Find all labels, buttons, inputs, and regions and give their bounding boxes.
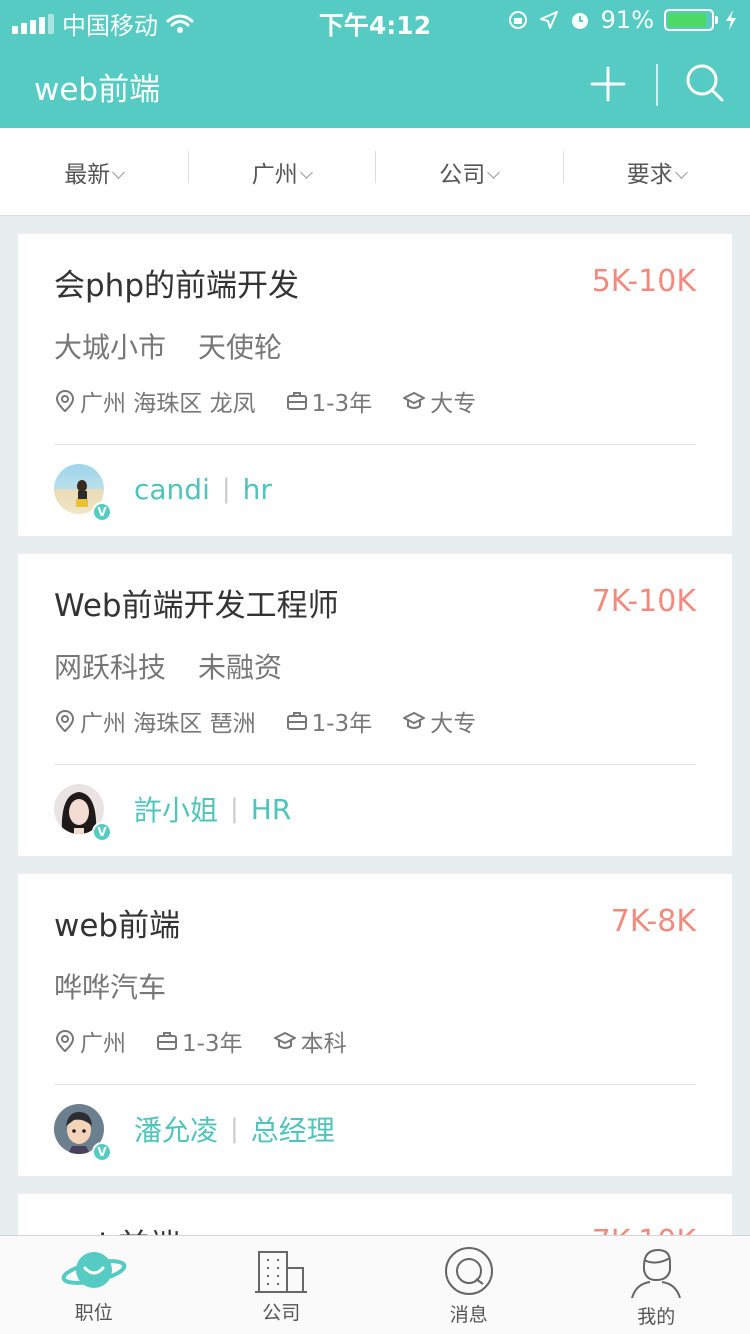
job-title: web前端 bbox=[54, 908, 181, 944]
tab-jobs[interactable]: 职位 bbox=[0, 1236, 188, 1334]
chat-icon bbox=[444, 1247, 493, 1295]
company-info: 大城小市 天使轮 bbox=[54, 326, 282, 366]
company-name: 大城小市 bbox=[54, 331, 167, 364]
avatar: V bbox=[54, 1104, 112, 1162]
recruiter: V candi | hr bbox=[54, 464, 272, 522]
company-info: 哗哗汽车 bbox=[54, 966, 166, 1006]
job-title: Web前端开发工程师 bbox=[54, 588, 339, 624]
chevron-down-icon bbox=[112, 165, 126, 179]
location-pin-icon bbox=[55, 389, 75, 413]
verified-badge-icon: V bbox=[92, 1142, 112, 1162]
job-card[interactable]: 会php的前端开发 5K-10K 大城小市 天使轮 广州 海珠区 龙凤 1-3年 … bbox=[18, 234, 732, 536]
filter-sort[interactable]: 最新 bbox=[0, 155, 188, 189]
page-title: web前端 bbox=[34, 72, 161, 108]
verified-badge-icon: V bbox=[92, 502, 112, 522]
job-location: 广州 海珠区 龙凤 bbox=[80, 391, 256, 417]
divider bbox=[54, 764, 696, 765]
job-experience: 1-3年 bbox=[311, 391, 373, 417]
job-experience: 1-3年 bbox=[182, 1031, 243, 1057]
building-icon bbox=[255, 1251, 308, 1293]
tab-label: 消息 bbox=[449, 1304, 488, 1326]
briefcase-icon bbox=[286, 392, 307, 410]
filter-city[interactable]: 广州 bbox=[187, 150, 376, 189]
filter-label: 要求 bbox=[626, 161, 673, 188]
graduation-cap-icon bbox=[273, 1032, 296, 1049]
chevron-down-icon bbox=[674, 165, 688, 179]
chevron-down-icon bbox=[487, 165, 501, 179]
job-education: 大专 bbox=[430, 391, 477, 417]
location-pin-icon bbox=[55, 709, 75, 733]
divider bbox=[54, 1084, 696, 1085]
separator: | bbox=[221, 474, 231, 504]
rotation-lock-icon bbox=[508, 11, 527, 29]
job-card[interactable]: Web前端开发工程师 7K-10K 网跃科技 未融资 广州 海珠区 琶洲 1-3年… bbox=[18, 554, 732, 856]
job-location: 广州 bbox=[80, 1031, 126, 1057]
job-salary: 7K-10K bbox=[591, 584, 696, 619]
filter-label: 广州 bbox=[251, 161, 298, 188]
avatar: V bbox=[54, 464, 112, 522]
separator: | bbox=[230, 794, 239, 824]
tab-label: 职位 bbox=[74, 1302, 113, 1324]
tab-profile[interactable]: 我的 bbox=[563, 1236, 750, 1334]
alarm-icon bbox=[571, 13, 588, 29]
funding-stage: 未融资 bbox=[198, 651, 283, 684]
chevron-down-icon bbox=[299, 165, 313, 179]
header-divider bbox=[656, 64, 658, 106]
tab-label: 我的 bbox=[637, 1306, 676, 1328]
recruiter: V 許小姐 | HR bbox=[54, 784, 292, 842]
tab-label: 公司 bbox=[262, 1302, 301, 1324]
person-icon bbox=[631, 1248, 682, 1298]
filter-requirements[interactable]: 要求 bbox=[562, 150, 750, 189]
tab-companies[interactable]: 公司 bbox=[188, 1236, 376, 1334]
tab-messages[interactable]: 消息 bbox=[375, 1236, 563, 1334]
battery-percent: 91% bbox=[600, 6, 654, 34]
funding-stage: 天使轮 bbox=[198, 331, 283, 364]
charging-icon bbox=[726, 10, 736, 30]
company-name: 哗哗汽车 bbox=[54, 971, 167, 1004]
recruiter-name: 許小姐 bbox=[134, 794, 219, 827]
job-card[interactable]: web前端 7K-8K 哗哗汽车 广州 1-3年 本科 V 潘允凌 | 总经理 bbox=[18, 874, 732, 1176]
graduation-cap-icon bbox=[403, 712, 426, 729]
recruiter-role: hr bbox=[242, 472, 272, 506]
company-name: 网跃科技 bbox=[54, 651, 167, 684]
job-experience: 1-3年 bbox=[311, 711, 373, 737]
company-info: 网跃科技 未融资 bbox=[54, 646, 282, 686]
job-education: 本科 bbox=[300, 1031, 347, 1057]
top-bar: 中国移动 下午4:12 91% web前端 bbox=[0, 0, 750, 128]
job-education: 大专 bbox=[430, 711, 477, 737]
location-arrow-icon bbox=[539, 11, 558, 29]
job-location: 广州 海珠区 琶洲 bbox=[80, 711, 256, 737]
recruiter-role: HR bbox=[250, 792, 292, 826]
graduation-cap-icon bbox=[403, 392, 426, 409]
recruiter: V 潘允凌 | 总经理 bbox=[54, 1104, 335, 1162]
job-title: 会php的前端开发 bbox=[54, 268, 300, 304]
tab-bar: 职位 公司 消息 我的 bbox=[0, 1235, 750, 1334]
search-button[interactable] bbox=[682, 60, 730, 108]
add-button[interactable] bbox=[584, 60, 632, 108]
location-pin-icon bbox=[55, 1029, 75, 1053]
job-meta: 广州 海珠区 龙凤 1-3年 大专 bbox=[54, 384, 506, 418]
battery-icon bbox=[664, 9, 718, 31]
filter-bar: 最新 广州 公司 要求 bbox=[0, 128, 750, 216]
avatar: V bbox=[54, 784, 112, 842]
status-bar: 中国移动 下午4:12 91% bbox=[0, 0, 750, 40]
recruiter-role: 总经理 bbox=[250, 1114, 335, 1147]
briefcase-icon bbox=[157, 1032, 177, 1050]
divider bbox=[54, 444, 696, 445]
briefcase-icon bbox=[286, 712, 307, 730]
filter-label: 最新 bbox=[64, 161, 111, 188]
filter-label: 公司 bbox=[439, 161, 486, 188]
job-salary: 5K-10K bbox=[591, 264, 696, 299]
planet-icon bbox=[61, 1252, 127, 1288]
separator: | bbox=[230, 1114, 239, 1144]
job-meta: 广州 1-3年 本科 bbox=[54, 1024, 377, 1058]
job-meta: 广州 海珠区 琶洲 1-3年 大专 bbox=[54, 704, 506, 738]
job-salary: 7K-8K bbox=[610, 904, 696, 939]
filter-company[interactable]: 公司 bbox=[375, 150, 563, 189]
recruiter-name: candi bbox=[134, 472, 210, 506]
recruiter-name: 潘允凌 bbox=[134, 1114, 219, 1147]
verified-badge-icon: V bbox=[92, 822, 112, 842]
